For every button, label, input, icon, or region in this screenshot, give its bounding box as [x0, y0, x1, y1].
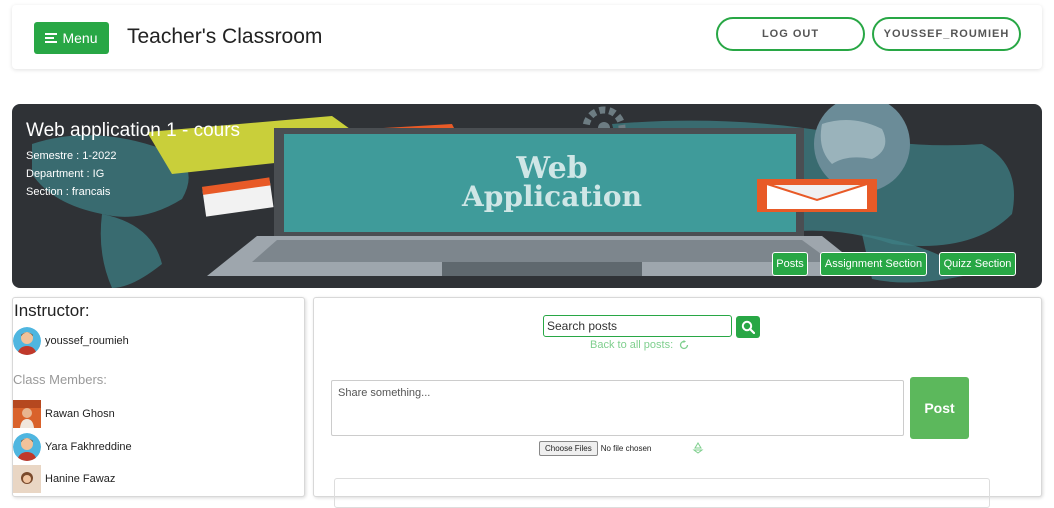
member-name: Rawan Ghosn [45, 408, 115, 420]
instructor-name: youssef_roumieh [45, 335, 129, 347]
menu-button[interactable]: Menu [34, 22, 109, 54]
list-item[interactable]: Yara Fakhreddine [13, 433, 132, 461]
banner-heading-art: Web Application [461, 151, 642, 213]
post-button[interactable]: Post [910, 377, 969, 439]
class-info-card: Instructor: youssef_roumieh Class Member… [12, 297, 305, 497]
no-file-chosen-text: No file chosen [600, 444, 652, 453]
quizz-section-button[interactable]: Quizz Section [939, 252, 1016, 276]
post-card [334, 478, 990, 508]
instructor-item[interactable]: youssef_roumieh [13, 327, 129, 355]
course-semester: Semestre : 1-2022 [26, 150, 117, 162]
app-title: Teacher's Classroom [127, 25, 323, 48]
user-avatar-icon [13, 327, 41, 355]
refresh-icon [680, 340, 689, 350]
member-name: Yara Fakhreddine [45, 441, 132, 453]
avatar [13, 400, 41, 428]
search-input[interactable] [543, 315, 732, 337]
course-department: Department : IG [26, 168, 105, 180]
list-item[interactable]: Rawan Ghosn [13, 400, 115, 428]
class-members-heading: Class Members: [13, 372, 107, 387]
posts-feed-card: Back to all posts: Post Choose Files No … [313, 297, 1042, 508]
assignment-section-button[interactable]: Assignment Section [820, 252, 927, 276]
member-photo-icon [13, 465, 41, 493]
course-section: Section : francais [26, 186, 111, 198]
avatar [13, 465, 41, 493]
file-upload: Choose Files No file chosen [539, 441, 651, 456]
share-post-textarea[interactable] [331, 380, 904, 436]
user-profile-button[interactable]: YOUSSEF_ROUMIEH [872, 17, 1021, 51]
member-name: Hanine Fawaz [45, 473, 116, 485]
menu-bars-icon [45, 31, 58, 45]
member-photo-icon [13, 400, 41, 428]
avatar [13, 433, 41, 461]
menu-button-label: Menu [62, 30, 98, 46]
banner-image-word-2: Application [461, 180, 642, 213]
instructor-heading: Instructor: [14, 301, 90, 320]
list-item[interactable]: Hanine Fawaz [13, 465, 115, 493]
choose-files-button[interactable]: Choose Files [539, 441, 598, 456]
search-icon [741, 320, 755, 334]
top-navbar: Menu Teacher's Classroom LOG OUT YOUSSEF… [12, 5, 1042, 69]
posts-button[interactable]: Posts [772, 252, 808, 276]
avatar [13, 327, 41, 355]
user-avatar-icon [13, 433, 41, 461]
search-button[interactable] [736, 316, 760, 338]
back-to-all-posts-link[interactable]: Back to all posts: [590, 339, 689, 351]
back-to-all-posts-label: Back to all posts: [590, 339, 674, 351]
course-title: Web application 1 - cours [26, 120, 241, 141]
logout-button[interactable]: LOG OUT [716, 17, 865, 51]
recycle-icon[interactable] [692, 442, 704, 454]
course-banner: Web Application Web application 1 - cour… [12, 104, 1042, 288]
